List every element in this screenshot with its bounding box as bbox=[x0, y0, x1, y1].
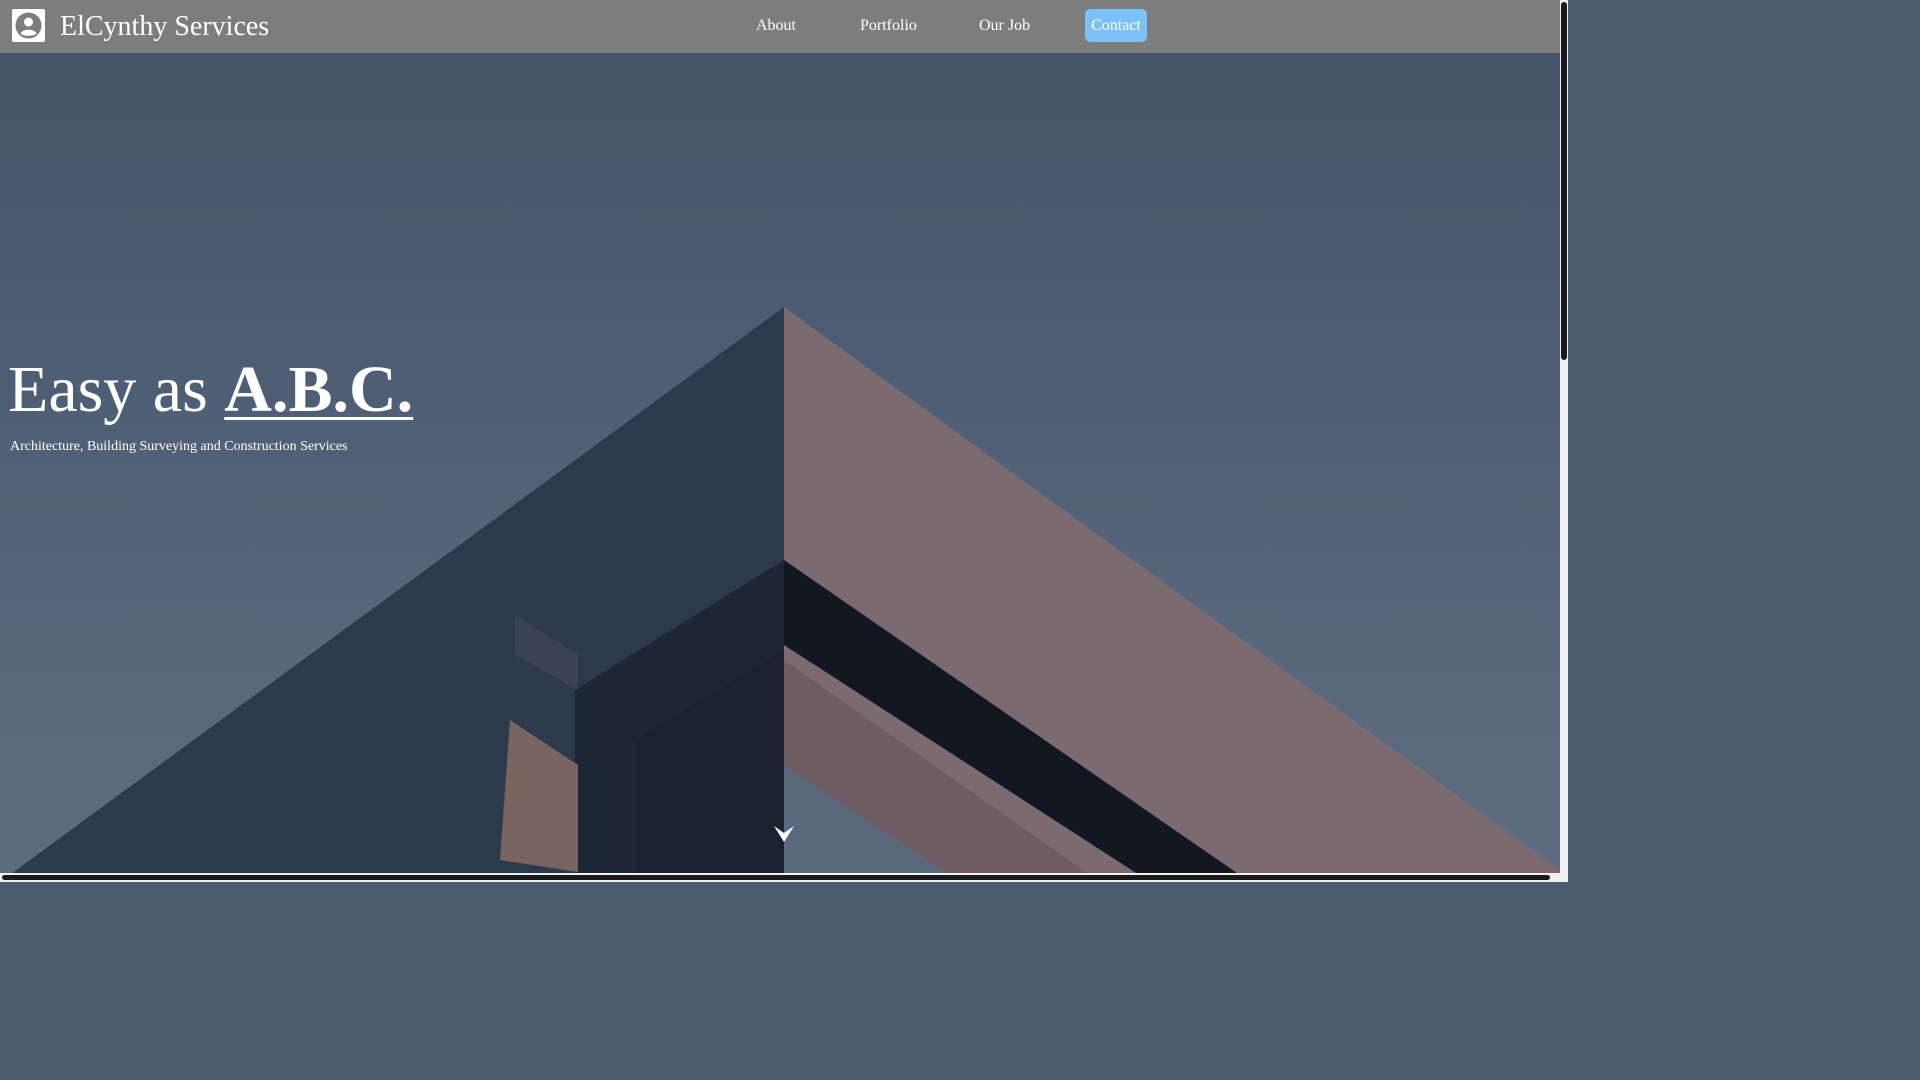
contact-button[interactable]: Contact bbox=[1085, 9, 1147, 42]
nav-link-about[interactable]: About bbox=[756, 9, 796, 42]
site-header: ElCynthy Services About Portfolio Our Jo… bbox=[0, 0, 1560, 53]
chevron-down-icon bbox=[774, 826, 794, 842]
logo[interactable] bbox=[12, 9, 45, 42]
vertical-scrollbar[interactable] bbox=[1560, 0, 1568, 882]
headline-prefix: Easy as bbox=[8, 353, 208, 426]
vertical-scrollbar-thumb[interactable] bbox=[1561, 2, 1567, 360]
nav-link-our-job[interactable]: Our Job bbox=[979, 9, 1030, 42]
brand-name[interactable]: ElCynthy Services bbox=[60, 10, 269, 44]
scroll-down-button[interactable] bbox=[774, 825, 794, 843]
headline-accent: A.B.C. bbox=[224, 353, 414, 426]
hero-headline: Easy as A.B.C. bbox=[8, 350, 413, 430]
nav-link-portfolio[interactable]: Portfolio bbox=[860, 9, 917, 42]
horizontal-scrollbar-thumb[interactable] bbox=[2, 875, 1550, 880]
horizontal-scrollbar[interactable] bbox=[0, 873, 1560, 882]
page: ElCynthy Services About Portfolio Our Jo… bbox=[0, 0, 1568, 882]
hero-tagline: Architecture, Building Surveying and Con… bbox=[10, 439, 348, 454]
user-circle-icon bbox=[15, 12, 42, 39]
